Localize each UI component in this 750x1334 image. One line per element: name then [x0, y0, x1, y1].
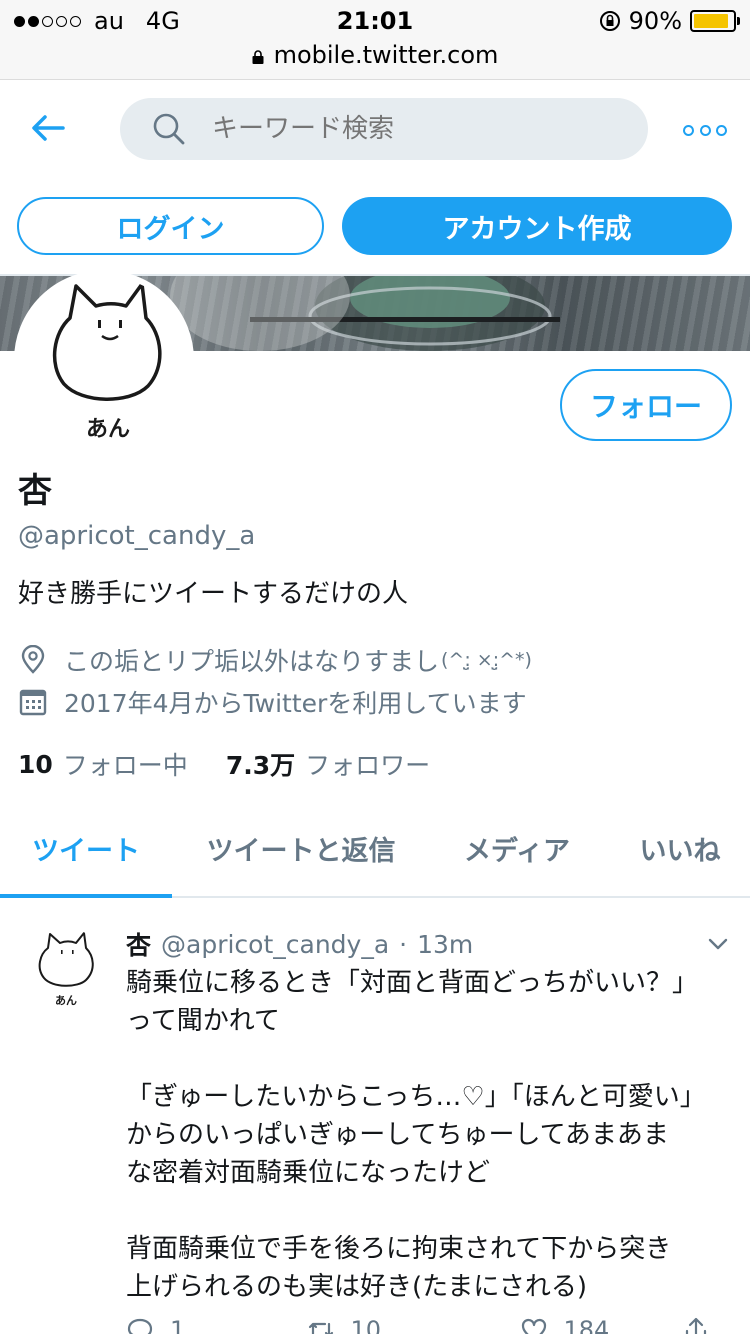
status-bar: au 4G 21:01 90% mobile.twitter.com: [0, 0, 750, 80]
tab-tweets-and-replies[interactable]: ツイートと返信: [190, 800, 412, 896]
url-text: mobile.twitter.com: [273, 41, 499, 69]
tab-tweets[interactable]: ツイート: [0, 800, 172, 898]
tab-likes[interactable]: いいね: [620, 800, 740, 896]
battery-fill: [694, 14, 729, 28]
profile-bio: 好き勝手にツイートするだけの人: [18, 579, 409, 609]
follow-button[interactable]: フォロー: [560, 369, 732, 441]
tweet-paragraph: 騎乗位に移るとき「対面と背面どっちがいい？」 って聞かれて: [126, 968, 699, 1036]
followers-count: 7.3万: [225, 751, 296, 780]
reply-icon: [127, 1318, 153, 1334]
heart-icon: [521, 1318, 546, 1334]
location-text: この垢とリプ垢以外はなりすまし: [64, 647, 440, 676]
tweet-actions: 1 10 184: [126, 1310, 726, 1334]
search-input[interactable]: [212, 114, 612, 144]
following-label: フォロー中: [62, 751, 188, 780]
retweet-button[interactable]: 10: [307, 1316, 478, 1334]
profile-joined: 2017年4月からTwitterを利用しています: [18, 682, 732, 722]
like-button[interactable]: 184: [520, 1316, 663, 1334]
following-count: 10: [18, 749, 53, 779]
top-nav: [0, 80, 750, 180]
signup-button[interactable]: アカウント作成: [342, 197, 732, 255]
share-button[interactable]: [682, 1316, 726, 1334]
avatar-caption: あん: [55, 994, 77, 1007]
calendar-icon: [19, 689, 47, 716]
reply-button[interactable]: 1: [126, 1316, 269, 1334]
share-icon: [685, 1317, 707, 1334]
back-button[interactable]: [28, 108, 68, 148]
tweet-author-handle[interactable]: @apricot_candy_a: [161, 930, 389, 959]
more-options-button[interactable]: [683, 120, 727, 140]
auth-bar: ログイン アカウント作成: [0, 197, 750, 257]
retweet-icon: [308, 1322, 333, 1334]
profile-location: この垢とリプ垢以外はなりすまし (^:̤̮ ×:̤̮^*): [18, 640, 732, 680]
following-link[interactable]: 10 フォロー中: [18, 746, 188, 782]
chevron-down-icon[interactable]: [706, 932, 730, 956]
followers-label: フォロワー: [305, 751, 431, 780]
location-emoticon: (^:̤̮ ×:̤̮^*): [441, 649, 532, 671]
lock-icon: [252, 50, 264, 64]
like-count: 184: [563, 1316, 610, 1334]
tweet-separator: ·: [399, 929, 408, 959]
search-box[interactable]: [120, 98, 648, 160]
battery-area: 90%: [599, 6, 740, 36]
profile-tabs: ツイート ツイートと返信 メディア いいね: [0, 800, 750, 898]
follow-stats: 10 フォロー中 7.3万 フォロワー: [18, 744, 732, 784]
tweet-paragraph: 背面騎乗位で手を後ろに拘束されて下から突き 上げられるのも実は好き(たまにされる…: [126, 1234, 672, 1302]
tweet-body: 杏 @apricot_candy_a · 13m 騎乗位に移るとき「対面と背面ど…: [126, 924, 728, 1306]
tweet-author-name[interactable]: 杏: [126, 926, 151, 962]
tweet-timestamp[interactable]: 13m: [417, 930, 473, 959]
tweet-paragraph: 「ぎゅーしたいからこっち…♡」「ほんと可愛い」 からのいっぱいぎゅーしてちゅーし…: [126, 1082, 706, 1188]
tweet-text: 騎乗位に移るとき「対面と背面どっちがいい？」 って聞かれて 「ぎゅーしたいからこ…: [126, 964, 726, 1306]
url-bar[interactable]: mobile.twitter.com: [0, 40, 750, 70]
login-button[interactable]: ログイン: [17, 197, 324, 255]
tweet-item[interactable]: あん 杏 @apricot_candy_a · 13m 騎乗位に移るとき「対面と…: [0, 900, 750, 1334]
search-icon: [153, 113, 185, 145]
cat-avatar-icon: あん: [38, 932, 94, 1007]
joined-text: 2017年4月からTwitterを利用しています: [64, 689, 527, 718]
avatar-caption: あん: [86, 417, 130, 442]
tab-media[interactable]: メディア: [444, 800, 590, 896]
more-dot-icon: [699, 124, 711, 136]
retweet-count: 10: [350, 1316, 382, 1334]
followers-link[interactable]: 7.3万 フォロワー: [226, 746, 430, 782]
battery-icon: [690, 10, 740, 32]
profile-handle: @apricot_candy_a: [18, 521, 256, 551]
cat-avatar-icon: あん: [52, 282, 162, 442]
tweet-avatar[interactable]: あん: [26, 928, 106, 1008]
battery-percent: 90%: [628, 7, 682, 35]
more-dot-icon: [716, 124, 727, 136]
back-arrow-icon: [32, 115, 65, 141]
profile-info: 杏 @apricot_candy_a 好き勝手にツイートするだけの人 この垢とリ…: [18, 466, 732, 784]
location-pin-icon: [21, 645, 45, 674]
reply-count: 1: [170, 1316, 186, 1334]
display-name: 杏: [18, 471, 52, 511]
rotation-lock-icon: [599, 11, 620, 31]
more-dot-icon: [683, 124, 694, 136]
tweet-header: 杏 @apricot_candy_a · 13m: [126, 924, 728, 964]
profile-avatar[interactable]: あん: [14, 270, 194, 450]
